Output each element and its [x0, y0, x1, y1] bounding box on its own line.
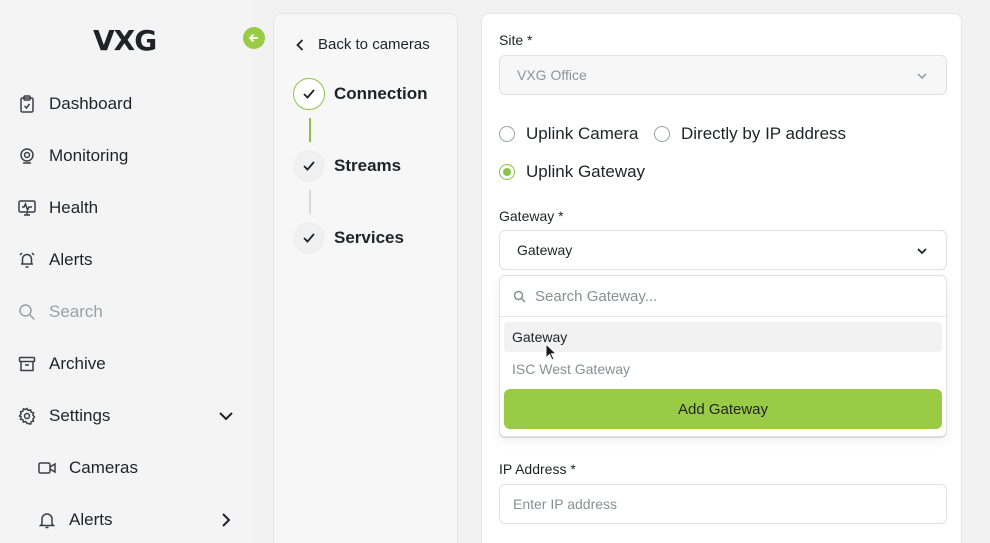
radio-direct-ip[interactable]: Directly by IP address: [654, 124, 846, 144]
video-camera-icon: [38, 459, 56, 477]
radio-uplink-gateway[interactable]: Uplink Gateway: [499, 162, 645, 182]
sidebar-subitem-alerts[interactable]: Alerts: [38, 505, 238, 535]
step-connector: [309, 190, 311, 214]
step-label: Streams: [334, 156, 402, 175]
step-connector: [309, 118, 311, 142]
sidebar-item-label: Dashboard: [49, 94, 133, 113]
chevron-down-icon[interactable]: [218, 408, 234, 429]
add-gateway-button[interactable]: Add Gateway: [504, 389, 942, 429]
gateway-search-input[interactable]: [535, 287, 915, 305]
ip-address-label: IP Address *: [499, 461, 576, 477]
gateway-option[interactable]: ISC West Gateway: [504, 354, 942, 384]
arrow-left-icon: [248, 32, 260, 44]
bell-icon: [38, 511, 56, 529]
archive-box-icon: [18, 355, 36, 373]
step-connection[interactable]: Connection: [293, 78, 428, 110]
sidebar-item-label: Health: [49, 198, 99, 217]
gateway-search-box: [500, 276, 946, 317]
sidebar-item-dashboard[interactable]: Dashboard: [18, 89, 238, 119]
wizard-stepper: Back to cameras Connection Streams Servi…: [273, 13, 458, 543]
gateway-label: Gateway *: [499, 208, 564, 224]
step-label: Connection: [334, 84, 428, 103]
sidebar-item-label: Alerts: [49, 250, 93, 269]
site-value: VXG Office: [517, 67, 587, 83]
sidebar-item-label: Cameras: [69, 458, 138, 477]
step-label: Services: [334, 228, 404, 247]
sidebar-item-search[interactable]: Search: [18, 297, 238, 327]
sidebar-item-label: Search: [49, 302, 103, 321]
gateway-option[interactable]: Gateway: [504, 322, 942, 352]
sidebar-item-label: Settings: [49, 406, 111, 425]
sidebar-item-label: Monitoring: [49, 146, 129, 165]
connection-form: Site * VXG Office Uplink Camera Directly…: [481, 13, 962, 543]
chevron-right-icon[interactable]: [218, 512, 234, 533]
site-select[interactable]: VXG Office: [499, 55, 947, 95]
check-icon: [293, 78, 325, 110]
back-label: Back to cameras: [318, 36, 430, 53]
gear-icon: [18, 407, 36, 425]
sidebar-item-health[interactable]: Health: [18, 193, 238, 223]
radio-label: Directly by IP address: [681, 124, 847, 143]
sidebar-item-monitoring[interactable]: Monitoring: [18, 141, 238, 171]
radio-circle: [499, 126, 515, 142]
sidebar-item-label: Alerts: [69, 510, 113, 529]
sidebar-item-label: Archive: [49, 354, 106, 373]
chevron-left-icon: [296, 38, 304, 51]
radio-uplink-camera[interactable]: Uplink Camera: [499, 124, 638, 144]
webcam-icon: [18, 147, 36, 165]
sidebar-item-settings[interactable]: Settings: [18, 401, 238, 431]
sidebar-item-alerts[interactable]: Alerts: [18, 245, 238, 275]
sidebar-subitem-cameras[interactable]: Cameras: [38, 453, 238, 483]
gateway-dropdown: Gateway ISC West Gateway Add Gateway: [499, 275, 947, 437]
radio-label: Uplink Camera: [526, 124, 639, 143]
vxg-logo: VXG: [93, 24, 157, 57]
radio-circle: [654, 126, 670, 142]
sidebar: VXG Dashboard Monitoring Health Alerts S…: [0, 0, 254, 543]
mouse-pointer-icon: [545, 342, 558, 366]
radio-label: Uplink Gateway: [526, 162, 646, 181]
step-streams[interactable]: Streams: [293, 150, 401, 182]
radio-circle-selected: [499, 164, 515, 180]
gateway-value: Gateway: [517, 242, 573, 258]
site-label: Site *: [499, 32, 533, 48]
ip-address-input[interactable]: [499, 484, 947, 524]
step-services[interactable]: Services: [293, 222, 404, 254]
check-icon: [293, 150, 325, 182]
monitor-heart-icon: [18, 199, 36, 217]
search-icon: [513, 290, 526, 303]
search-icon: [18, 303, 36, 321]
check-icon: [293, 222, 325, 254]
alarm-icon: [18, 251, 36, 269]
gateway-select[interactable]: Gateway: [499, 230, 947, 270]
collapse-sidebar-button[interactable]: [243, 27, 265, 49]
sidebar-item-archive[interactable]: Archive: [18, 349, 238, 379]
back-to-cameras-link[interactable]: Back to cameras: [296, 36, 430, 53]
clipboard-icon: [18, 95, 36, 113]
chevron-down-icon: [916, 244, 928, 260]
chevron-down-icon: [916, 69, 928, 85]
